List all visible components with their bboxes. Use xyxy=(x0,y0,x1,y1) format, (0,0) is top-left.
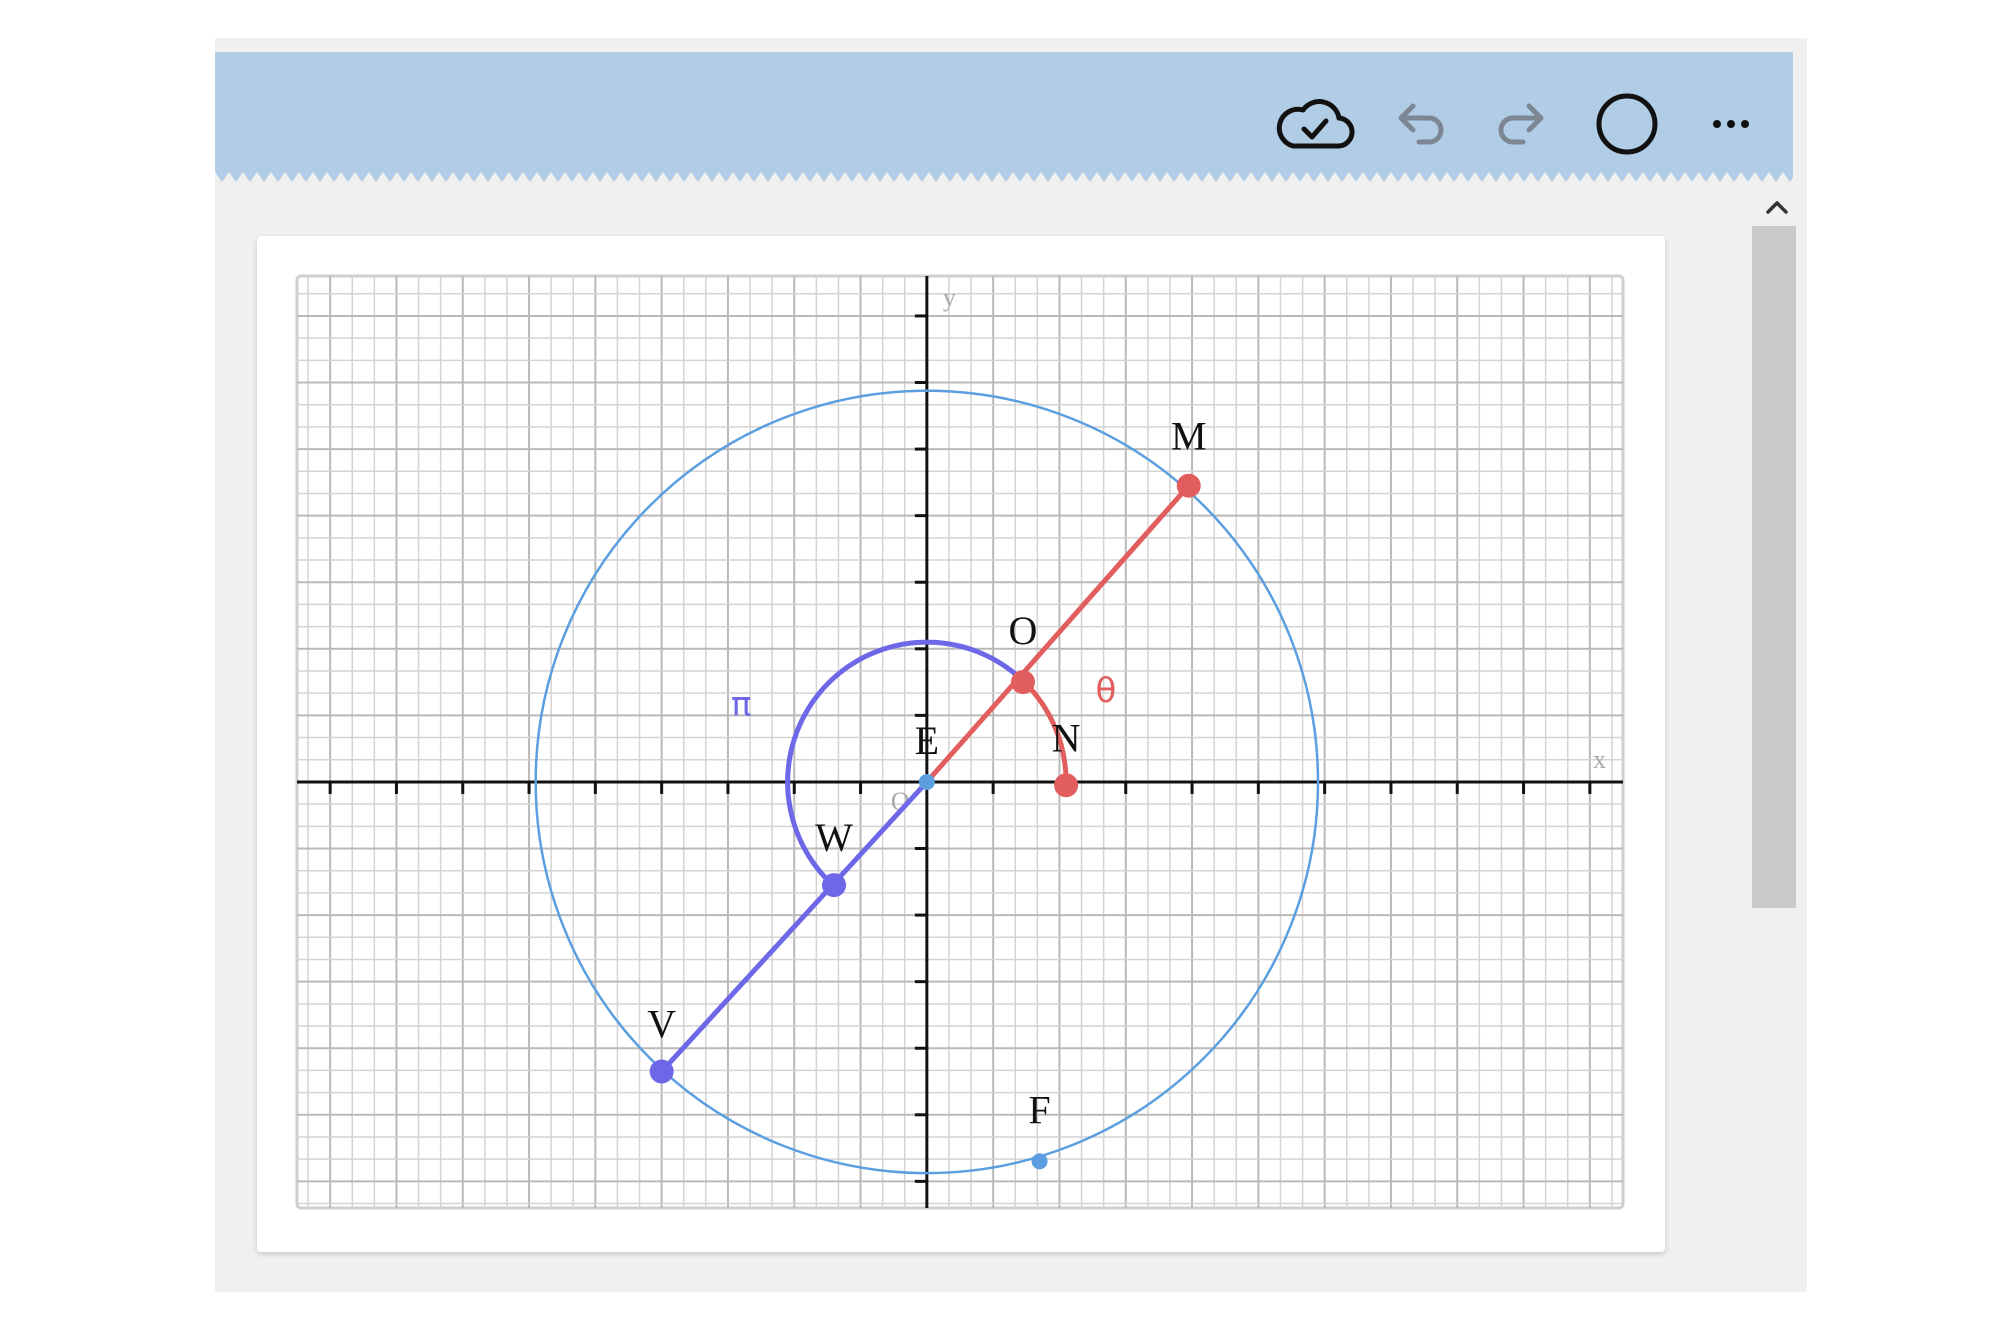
point-label-o: O xyxy=(1009,608,1038,653)
graph-card: x y O MONEWVFθπ xyxy=(257,236,1665,1252)
coordinate-graph[interactable]: x y O MONEWVFθπ xyxy=(257,236,1665,1252)
x-axis-label: x xyxy=(1593,745,1606,774)
cloud-save-status[interactable] xyxy=(1273,86,1357,162)
vertical-scrollbar[interactable] xyxy=(1752,226,1796,1292)
point-n[interactable] xyxy=(1054,773,1079,798)
circle-tool-button[interactable] xyxy=(1585,86,1669,162)
point-label-n: N xyxy=(1052,715,1081,760)
point-v[interactable] xyxy=(649,1059,674,1084)
circle-icon xyxy=(1596,93,1658,155)
app-frame: x y O MONEWVFθπ xyxy=(215,38,1807,1292)
point-f[interactable] xyxy=(1031,1153,1048,1170)
angle-label-pi: π xyxy=(731,684,751,724)
point-label-v: V xyxy=(647,1002,676,1047)
point-label-m: M xyxy=(1171,414,1207,459)
scrollbar-thumb[interactable] xyxy=(1752,226,1796,908)
point-label-f: F xyxy=(1028,1087,1050,1132)
redo-icon xyxy=(1498,103,1544,145)
point-m[interactable] xyxy=(1176,473,1201,498)
y-axis-label: y xyxy=(943,283,956,312)
point-o[interactable] xyxy=(1010,670,1035,695)
undo-icon xyxy=(1398,103,1444,145)
redo-button[interactable] xyxy=(1481,86,1565,162)
more-horizontal-icon xyxy=(1713,120,1749,128)
point-label-e: E xyxy=(915,718,939,763)
cloud-check-icon xyxy=(1276,99,1355,149)
angle-label-theta: θ xyxy=(1095,671,1116,711)
point-e[interactable] xyxy=(918,773,935,790)
scroll-up-button[interactable] xyxy=(1757,192,1797,222)
undo-button[interactable] xyxy=(1377,86,1461,162)
more-options-button[interactable] xyxy=(1689,86,1773,162)
point-label-w: W xyxy=(815,815,853,860)
chevron-up-icon xyxy=(1766,201,1788,214)
point-w[interactable] xyxy=(822,873,847,898)
header-toolbar xyxy=(215,52,1793,172)
header-edge xyxy=(215,172,1793,182)
